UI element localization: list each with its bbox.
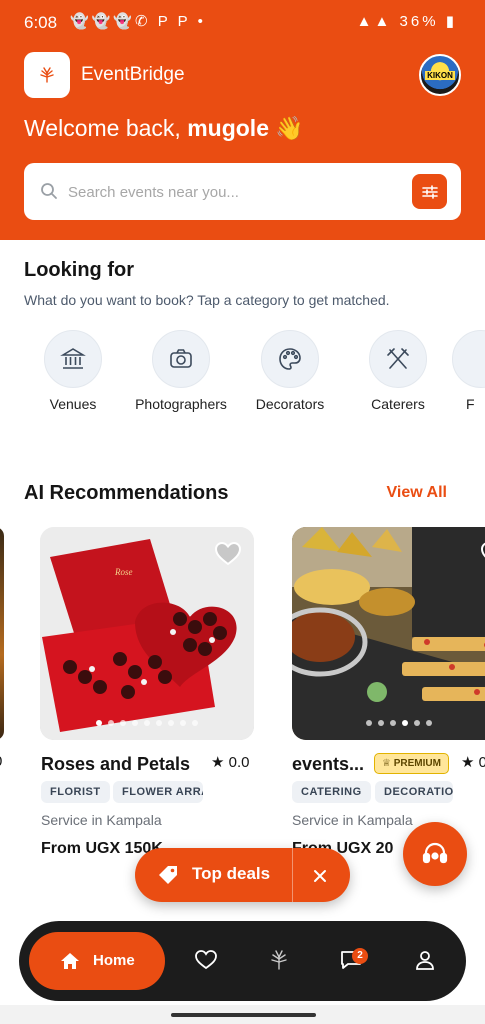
premium-badge: ♕ PREMIUM: [374, 753, 449, 774]
service-location: Service in Kampala: [292, 812, 413, 828]
divider: [292, 848, 293, 902]
search-bar: [24, 163, 461, 220]
user-name: mugole: [187, 115, 269, 141]
tag-chip: CATERING: [292, 781, 371, 803]
tree-logo-icon: [40, 67, 54, 83]
card-image[interactable]: [292, 527, 485, 740]
card-title[interactable]: events...: [292, 754, 364, 775]
status-time: 6:08: [24, 13, 58, 32]
premium-label: PREMIUM: [393, 758, 441, 769]
category-decorators[interactable]: Decorators: [235, 330, 345, 412]
category-photographers[interactable]: Photographers: [126, 330, 236, 412]
bottom-nav: Home 2: [19, 921, 466, 1001]
looking-for-subtitle: What do you want to book? Tap a category…: [24, 292, 390, 308]
avatar-text: KIKON: [425, 70, 455, 80]
search-icon: [41, 183, 57, 199]
notification-icons: 👻👻👻✆ P P •: [70, 13, 206, 30]
search-input[interactable]: [68, 177, 398, 207]
catering-buffet-image: [292, 527, 485, 740]
favorite-heart-icon[interactable]: [480, 541, 485, 567]
category-label: Caterers: [371, 396, 425, 412]
rating-value: 0.0: [228, 754, 250, 771]
battery-percent: 36%: [399, 13, 439, 30]
crown-icon: ♕: [382, 758, 391, 769]
support-button[interactable]: [403, 822, 467, 886]
category-venues[interactable]: Venues: [18, 330, 128, 412]
app-title: EventBridge: [81, 64, 185, 85]
welcome-prefix: Welcome back,: [24, 115, 181, 141]
card-rating: ★ 0: [461, 753, 485, 771]
sliders-icon: [421, 184, 438, 199]
battery-icon: ▮: [438, 13, 457, 30]
more-category-icon: [452, 330, 485, 388]
category-label: Decorators: [255, 396, 325, 412]
profile-icon[interactable]: [414, 949, 436, 971]
messages-badge: 2: [352, 948, 368, 964]
avatar[interactable]: KIKON: [419, 54, 461, 96]
home-indicator[interactable]: [171, 1013, 316, 1017]
star-icon: ★: [211, 754, 225, 771]
close-icon: [314, 870, 326, 882]
category-label: F: [466, 396, 475, 412]
signal-icon: ▲▲: [356, 13, 400, 30]
tag-chip: FLOWER ARRA: [113, 781, 203, 803]
view-all-link[interactable]: View All: [387, 484, 447, 502]
nav-home[interactable]: Home: [29, 932, 165, 990]
close-deals-button[interactable]: [307, 863, 333, 889]
nav-home-label: Home: [93, 952, 135, 969]
welcome-message: Welcome back, mugole 👋: [24, 115, 304, 142]
partial-card-image[interactable]: [0, 527, 4, 740]
category-caterers[interactable]: Caterers: [343, 330, 453, 412]
filter-button[interactable]: [412, 174, 447, 209]
category-more[interactable]: F: [452, 330, 485, 412]
status-bar: 6:08 👻👻👻✆ P P • ▲▲ 36% ▮: [0, 0, 485, 44]
service-location: Service in Kampala: [41, 812, 162, 828]
camera-icon: [170, 349, 192, 368]
rating-value: 0: [478, 754, 485, 771]
price-tag-icon: [159, 866, 177, 884]
system-icons: ▲▲ 36% ▮: [357, 12, 457, 30]
favorite-heart-icon[interactable]: [214, 541, 242, 567]
wave-emoji: 👋: [275, 115, 305, 141]
tag-chip: DECORATIO: [375, 781, 453, 803]
partial-card-rating: 0: [0, 753, 4, 770]
category-list: Venues Photographers Decorators Caterers…: [0, 330, 485, 440]
image-pager-dots: [40, 720, 254, 726]
card-title[interactable]: Roses and Petals: [41, 754, 190, 775]
palette-icon: [279, 348, 301, 370]
tag-chip: FLORIST: [41, 781, 110, 803]
star-icon: ★: [461, 754, 475, 771]
bank-icon: [60, 348, 86, 369]
header: 6:08 👻👻👻✆ P P • ▲▲ 36% ▮ EventBridge KIK…: [0, 0, 485, 240]
card-image[interactable]: Rose: [40, 527, 254, 740]
app-logo[interactable]: [24, 52, 70, 98]
looking-for-title: Looking for: [24, 259, 134, 281]
recommendations-title: AI Recommendations: [24, 482, 229, 504]
top-deals-banner: Top deals: [135, 848, 350, 902]
category-label: Venues: [49, 396, 97, 412]
svg-text:Rose: Rose: [114, 567, 133, 577]
home-icon: [61, 953, 79, 969]
heart-icon[interactable]: [194, 949, 218, 971]
category-label: Photographers: [135, 396, 227, 412]
gesture-bar: [0, 1005, 485, 1024]
image-pager-dots: [292, 720, 485, 726]
support-agent-icon: [422, 842, 448, 864]
top-deals-button[interactable]: Top deals: [192, 864, 270, 884]
cutlery-icon: [387, 348, 409, 369]
card-rating: ★ 0.0: [211, 753, 249, 771]
tree-icon[interactable]: [268, 949, 290, 971]
